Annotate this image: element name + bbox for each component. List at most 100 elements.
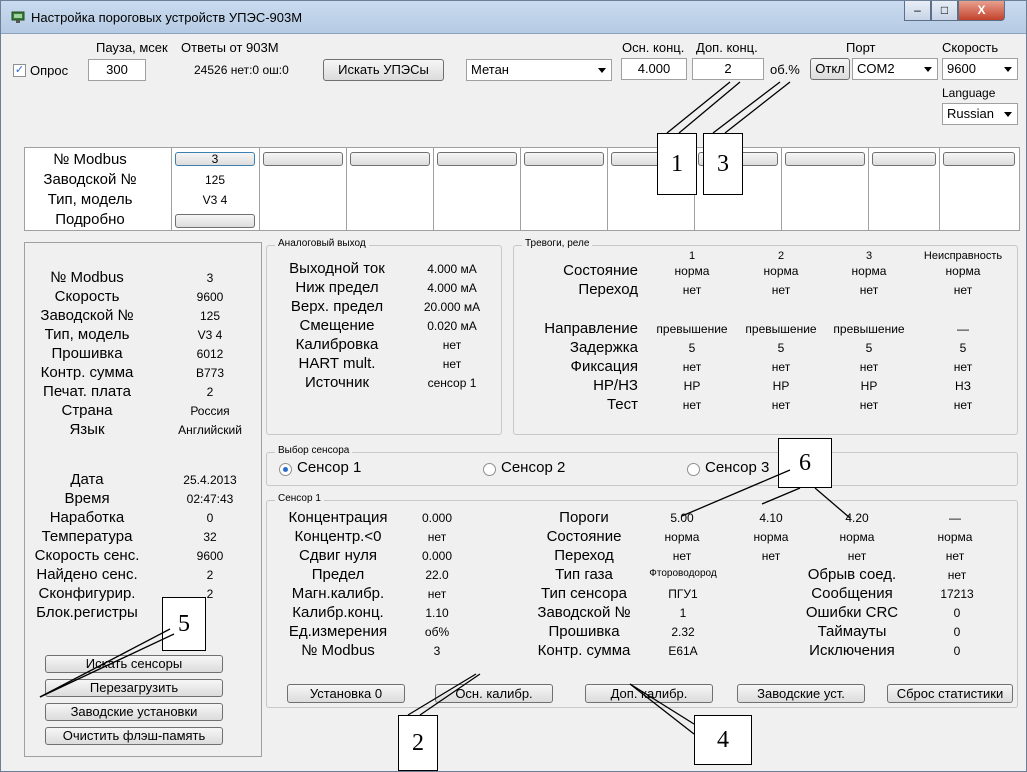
- stats-value: нет: [947, 568, 967, 582]
- search-upes-button[interactable]: Искать УПЭСы: [323, 59, 444, 81]
- thresholds-label: Пороги: [559, 509, 609, 526]
- alarm-col-header: 1: [688, 250, 696, 262]
- sensor1-label: Предел: [311, 566, 365, 583]
- analog-label: Источник: [304, 374, 370, 391]
- app-window: Настройка пороговых устройств УПЭС-903М …: [0, 0, 1027, 772]
- info-value: 25.4.2013: [183, 473, 237, 487]
- alarm-value: нет: [771, 360, 791, 374]
- sensor1-legend: Сенсор 1: [275, 493, 324, 504]
- factory-defaults-button[interactable]: Заводские уст.: [737, 684, 865, 703]
- speed-select[interactable]: 9600: [942, 58, 1018, 80]
- factory-settings-button[interactable]: Заводские установки: [45, 703, 223, 721]
- language-select[interactable]: Russian: [942, 103, 1018, 125]
- close-button[interactable]: X: [958, 1, 1005, 21]
- language-select-value: Russian: [947, 106, 994, 121]
- language-label: Language: [942, 86, 996, 100]
- device-slot-button[interactable]: [350, 152, 430, 166]
- device-label-modbus: № Modbus: [53, 151, 127, 168]
- alarm-value: 5: [865, 341, 873, 355]
- alarms-legend: Тревоги, реле: [522, 238, 593, 249]
- state-value: норма: [937, 530, 973, 544]
- device-1-details-button[interactable]: [175, 214, 255, 228]
- device-slot-button[interactable]: [785, 152, 865, 166]
- add-calib-button[interactable]: Доп. калибр.: [585, 684, 713, 703]
- device-slot-button[interactable]: [437, 152, 517, 166]
- sensor1-label: № Modbus: [301, 642, 375, 659]
- alarm-value: НР: [772, 379, 790, 393]
- alarm-value: нет: [682, 283, 702, 297]
- gas-select-value: Метан: [471, 62, 509, 77]
- sensor-2-radio[interactable]: [483, 463, 496, 476]
- pause-input[interactable]: 300: [88, 59, 146, 81]
- analog-label: Ниж предел: [295, 279, 379, 296]
- alarm-value: 5: [688, 341, 696, 355]
- port-select[interactable]: COM2: [852, 58, 938, 80]
- clear-flash-button[interactable]: Очистить флэш-память: [45, 727, 223, 745]
- alarm-row-label: Состояние: [563, 262, 638, 279]
- callout-4: 4: [694, 715, 752, 765]
- analog-label: Калибровка: [295, 336, 379, 353]
- poll-checkbox[interactable]: ✓: [13, 64, 26, 77]
- alarm-value: НР: [860, 379, 878, 393]
- alarm-value: превышение: [745, 322, 817, 336]
- transition-value: нет: [761, 549, 781, 563]
- device-slot-button[interactable]: [263, 152, 343, 166]
- analog-output-legend: Аналоговый выход: [275, 238, 369, 249]
- sensor-3-radio[interactable]: [687, 463, 700, 476]
- analog-value: нет: [442, 338, 462, 352]
- unit-label: об.%: [770, 62, 800, 77]
- main-conc-input[interactable]: 4.000: [621, 58, 687, 80]
- stats-value: 17213: [940, 587, 974, 601]
- sensor1-value: 1.10: [425, 606, 449, 620]
- device-slot-button[interactable]: [524, 152, 604, 166]
- set-zero-button[interactable]: Установка 0: [287, 684, 405, 703]
- alarm-value: превышение: [656, 322, 728, 336]
- reboot-button[interactable]: Перезагрузить: [45, 679, 223, 697]
- stats-value: 0: [953, 625, 961, 639]
- client-area: Пауза, мсек ✓ Опрос 300 Ответы от 903М 2…: [10, 34, 1020, 771]
- stats-value: 0: [953, 644, 961, 658]
- info-label: № Modbus: [50, 269, 124, 286]
- device-label-details: Подробно: [55, 211, 125, 228]
- device-strip: № Modbus Заводской № Тип, модель Подробн…: [24, 147, 1020, 231]
- threshold-value: 5.00: [670, 511, 694, 525]
- analog-value: 0.020 мА: [427, 319, 477, 333]
- add-conc-input[interactable]: 2: [692, 58, 764, 80]
- speed-select-value: 9600: [947, 61, 976, 76]
- sensor1-label: Концентрация: [288, 509, 388, 526]
- alarm-value: нет: [859, 360, 879, 374]
- transition-value: нет: [847, 549, 867, 563]
- main-calib-button[interactable]: Осн. калибр.: [435, 684, 553, 703]
- sensor-info-label: Прошивка: [548, 623, 620, 640]
- sensor-1-radio[interactable]: [279, 463, 292, 476]
- info-value: 3: [206, 271, 214, 285]
- off-button[interactable]: Откл: [810, 58, 850, 80]
- reset-stats-button[interactable]: Сброс статистики: [887, 684, 1013, 703]
- sensor1-value: об%: [424, 625, 450, 639]
- transition-label: Переход: [554, 547, 614, 564]
- stats-label: Обрыв соед.: [807, 566, 897, 583]
- maximize-button[interactable]: □: [931, 1, 958, 21]
- search-sensors-button[interactable]: Искать сенсоры: [45, 655, 223, 673]
- analog-label: Выходной ток: [289, 260, 385, 277]
- stats-value: 0: [953, 606, 961, 620]
- sensor-select-group: Выбор сенсора Сенсор 1 Сенсор 2 Сенсор 3: [266, 445, 1018, 486]
- alarm-value: —: [957, 322, 969, 336]
- sensor1-value: 3: [433, 644, 441, 658]
- callout-6: 6: [778, 438, 832, 488]
- alarm-value: нет: [771, 398, 791, 412]
- info-value: 6012: [196, 347, 224, 361]
- app-icon: [11, 11, 25, 23]
- analog-label: Верх. предел: [290, 298, 384, 315]
- info-label: Блок.регистры: [36, 604, 138, 621]
- sensor-info-label: Контр. сумма: [537, 642, 631, 659]
- device-1-modbus-button[interactable]: 3: [175, 152, 255, 166]
- minimize-button[interactable]: –: [904, 1, 931, 21]
- threshold-value: 4.10: [759, 511, 783, 525]
- info-label: Прошивка: [51, 345, 123, 362]
- analog-value: нет: [442, 357, 462, 371]
- sensor-select-legend: Выбор сенсора: [275, 445, 353, 456]
- device-slot-button[interactable]: [872, 152, 936, 166]
- device-slot-button[interactable]: [943, 152, 1015, 166]
- gas-select[interactable]: Метан: [466, 59, 612, 81]
